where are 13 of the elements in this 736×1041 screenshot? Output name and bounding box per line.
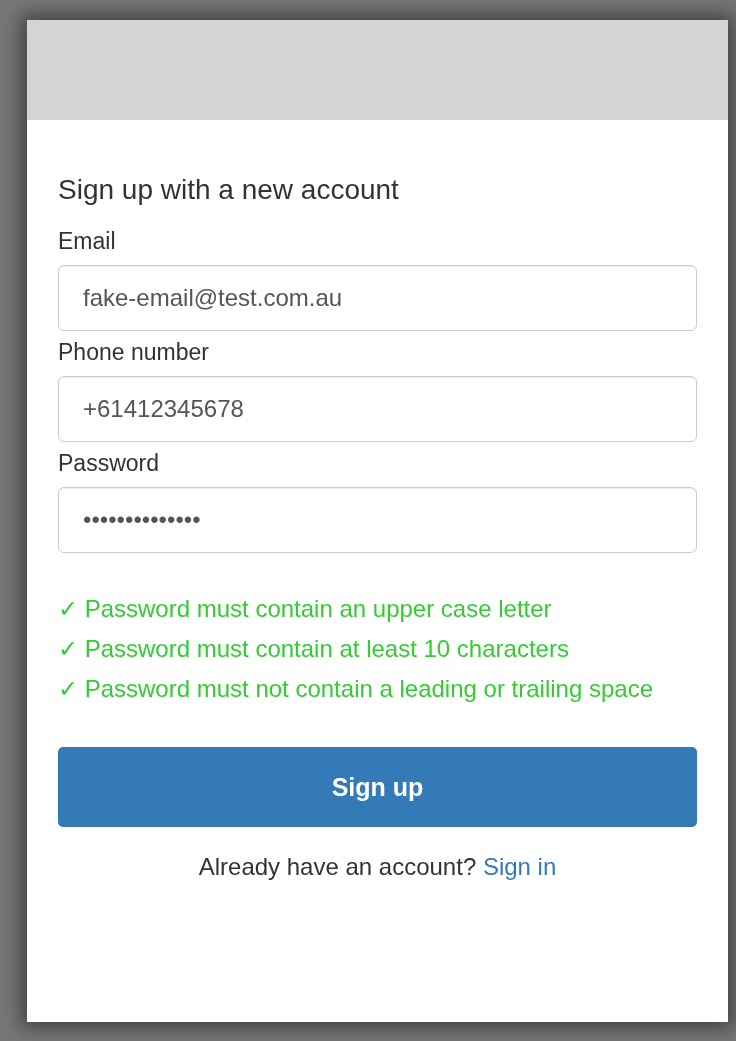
input-field[interactable]: fake-email@test.com.au bbox=[58, 265, 697, 331]
requirement-text: ✓ Password must not contain a leading or trailing space bbox=[58, 674, 654, 704]
input-field[interactable]: •••••••••••••• bbox=[58, 487, 697, 553]
requirement-text: ✓ Password must contain an upper case letter bbox=[58, 594, 553, 624]
requirement-text: ✓ Password must contain at least 10 characters bbox=[58, 634, 570, 664]
sign-in-link[interactable]: Sign in bbox=[482, 853, 557, 880]
field-label: Password bbox=[58, 450, 160, 477]
field-label: Email bbox=[58, 228, 117, 255]
sign-up-button[interactable]: Sign up bbox=[58, 747, 697, 827]
form-title: Sign up with a new account bbox=[58, 174, 400, 206]
footer-prompt: Already have an account? bbox=[198, 853, 477, 880]
input-field[interactable]: +61412345678 bbox=[58, 376, 697, 442]
field-label: Phone number bbox=[58, 339, 210, 366]
